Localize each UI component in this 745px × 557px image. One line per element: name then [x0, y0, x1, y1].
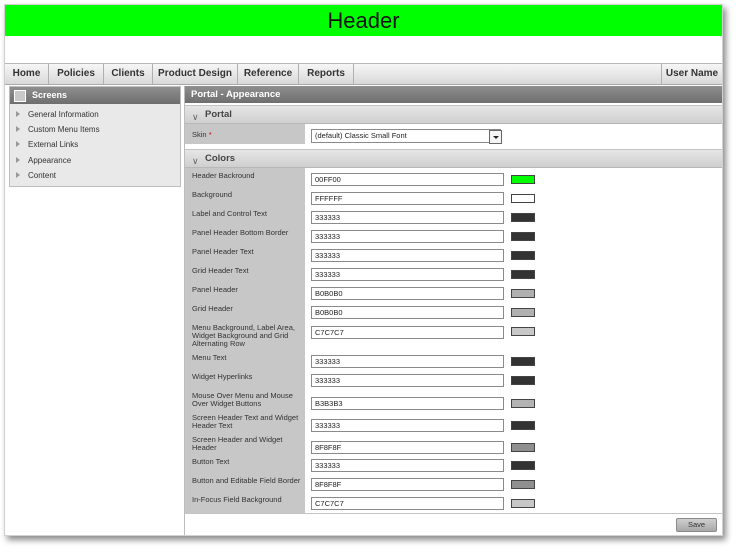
color-swatch[interactable] [511, 357, 535, 366]
color-label: Menu Background, Label Area, Widget Back… [192, 323, 295, 348]
nav-product-design[interactable]: Product Design [153, 64, 238, 84]
color-value-input[interactable] [311, 326, 504, 339]
color-label: Grid Header Text [192, 266, 249, 275]
color-value-input[interactable] [311, 306, 504, 319]
color-value-input[interactable] [311, 497, 504, 510]
skin-dropdown-button[interactable] [489, 130, 502, 144]
color-value-input[interactable] [311, 459, 504, 472]
screens-sidebar: Screens General Information Custom Menu … [9, 86, 181, 187]
app-window: Header Home Policies Clients Product Des… [4, 4, 723, 536]
sidebar-item-general-information[interactable]: General Information [10, 107, 180, 122]
color-swatch[interactable] [511, 376, 535, 385]
nav-home[interactable]: Home [5, 64, 49, 84]
color-swatch[interactable] [511, 270, 535, 279]
color-value-input[interactable] [311, 397, 504, 410]
color-label: Menu Text [192, 353, 227, 362]
color-swatch[interactable] [511, 232, 535, 241]
color-value-input[interactable] [311, 355, 504, 368]
chevron-right-icon [16, 126, 20, 132]
sidebar-header: Screens [10, 87, 180, 104]
color-value-input[interactable] [311, 419, 504, 432]
appearance-panel: Portal - Appearance ∨ Portal Skin * (def… [184, 86, 722, 535]
color-value-input[interactable] [311, 478, 504, 491]
sidebar-item-content[interactable]: Content [10, 168, 180, 183]
sidebar-item-appearance[interactable]: Appearance [10, 153, 180, 168]
color-label: Background [192, 190, 233, 199]
chevron-right-icon [16, 157, 20, 163]
page-title: Portal - Appearance [185, 86, 722, 103]
nav-reference[interactable]: Reference [238, 64, 299, 84]
color-value-input[interactable] [311, 249, 504, 262]
portal-section-header[interactable]: ∨ Portal [185, 105, 722, 124]
color-value-input[interactable] [311, 287, 504, 300]
color-label: Grid Header [192, 304, 233, 313]
color-swatch[interactable] [511, 327, 535, 336]
color-value-input[interactable] [311, 173, 504, 186]
color-label: Mouse Over Menu and Mouse Over Widget Bu… [192, 391, 293, 408]
color-value-input[interactable] [311, 211, 504, 224]
user-name-menu[interactable]: User Name [661, 64, 722, 84]
nav-clients[interactable]: Clients [104, 64, 153, 84]
color-label: In-Focus Field Background [192, 495, 282, 504]
main-nav: Home Policies Clients Product Design Ref… [5, 63, 722, 85]
colors-section-header[interactable]: ∨ Colors [185, 149, 722, 168]
color-label: Screen Header and Widget Header [192, 435, 283, 452]
save-button[interactable]: Save [676, 518, 717, 532]
color-swatch[interactable] [511, 499, 535, 508]
color-label: Panel Header Text [192, 247, 254, 256]
color-value-input[interactable] [311, 192, 504, 205]
color-swatch[interactable] [511, 461, 535, 470]
color-swatch[interactable] [511, 421, 535, 430]
color-label: Panel Header Bottom Border [192, 228, 289, 237]
color-value-input[interactable] [311, 441, 504, 454]
color-value-input[interactable] [311, 374, 504, 387]
panel-footer: Save [185, 513, 722, 535]
color-swatch[interactable] [511, 289, 535, 298]
skin-label: Skin * [192, 130, 212, 139]
color-label: Widget Hyperlinks [192, 372, 253, 381]
color-label: Button Text [192, 457, 230, 466]
skin-select[interactable]: (default) Classic Small Font [311, 129, 501, 143]
chevron-right-icon [16, 141, 20, 147]
color-label: Panel Header [192, 285, 238, 294]
sidebar-item-custom-menu-items[interactable]: Custom Menu Items [10, 122, 180, 137]
color-value-input[interactable] [311, 268, 504, 281]
chevron-right-icon [16, 172, 20, 178]
header-banner: Header [5, 5, 722, 36]
nav-reports[interactable]: Reports [299, 64, 354, 84]
screens-icon [14, 90, 26, 102]
sidebar-title: Screens [32, 90, 68, 100]
sidebar-item-external-links[interactable]: External Links [10, 137, 180, 152]
nav-policies[interactable]: Policies [49, 64, 104, 84]
color-swatch[interactable] [511, 308, 535, 317]
color-label: Label and Control Text [192, 209, 267, 218]
color-swatch[interactable] [511, 399, 535, 408]
color-swatch[interactable] [511, 175, 535, 184]
color-swatch[interactable] [511, 480, 535, 489]
color-label: Button and Editable Field Border [192, 476, 301, 485]
color-label: Header Backround [192, 171, 255, 180]
color-swatch[interactable] [511, 213, 535, 222]
color-swatch[interactable] [511, 251, 535, 260]
chevron-right-icon [16, 111, 20, 117]
color-label: Screen Header Text and Widget Header Tex… [192, 413, 299, 430]
color-value-input[interactable] [311, 230, 504, 243]
color-swatch[interactable] [511, 194, 535, 203]
color-swatch[interactable] [511, 443, 535, 452]
